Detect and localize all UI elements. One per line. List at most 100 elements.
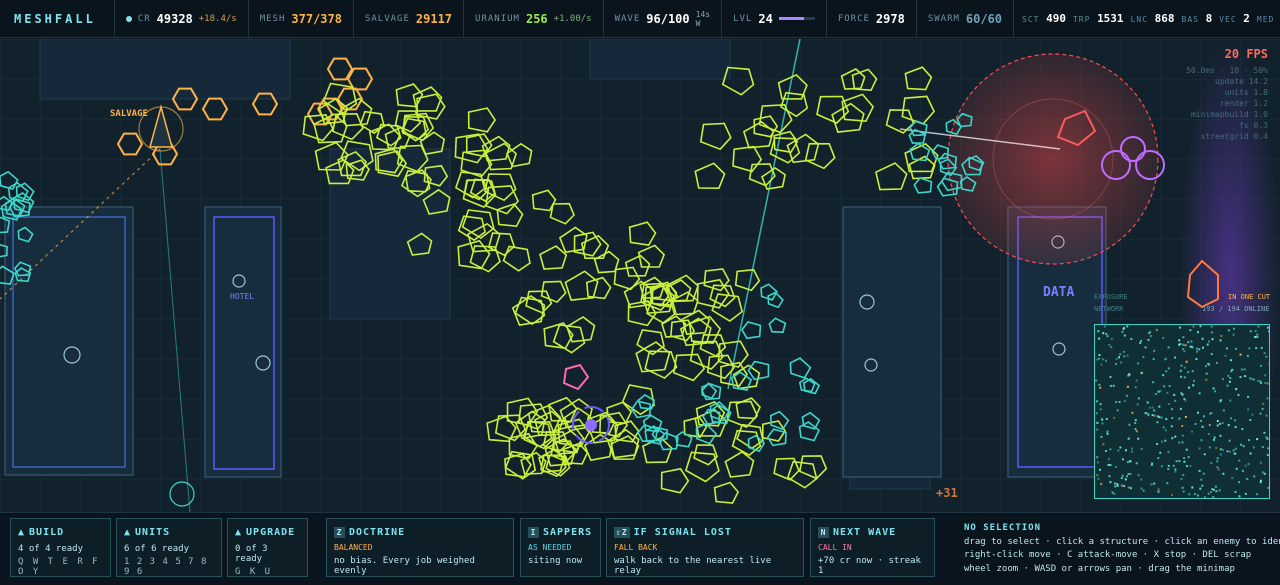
minimap-blip: [1170, 408, 1173, 411]
minimap-blip: [1265, 355, 1268, 358]
minimap-blip: [1128, 373, 1131, 376]
next-wave-card[interactable]: N NEXT WAVE CALL IN +70 cr now · streak 1: [810, 518, 935, 577]
minimap-blip: [1114, 485, 1117, 488]
minimap-blip: [1219, 453, 1222, 456]
minimap-blip: [1215, 490, 1218, 493]
minimap-blip: [1137, 362, 1140, 365]
minimap-blip: [1219, 448, 1222, 451]
minimap-canvas[interactable]: [1095, 325, 1270, 499]
minimap-blip: [1205, 365, 1207, 368]
minimap-caption: EXPOSURE: [1094, 293, 1128, 301]
minimap-blip: [1191, 430, 1194, 433]
minimap-blip: [1239, 353, 1242, 356]
minimap-blip: [1207, 497, 1210, 498]
minimap-blip: [1174, 470, 1177, 473]
minimap-blip: [1125, 449, 1127, 452]
minimap-blip: [1102, 332, 1105, 335]
minimap-blip: [1182, 348, 1185, 351]
units-card[interactable]: ▲ UNITS 6 of 6 ready 1 2 3 4 5 7 8 9 6: [116, 518, 222, 577]
sappers-card[interactable]: I SAPPERS AS NEEDED siting now: [520, 518, 601, 577]
minimap-blip: [1216, 457, 1219, 460]
minimap-blip: [1105, 359, 1107, 362]
minimap-blip: [1157, 457, 1160, 460]
minimap-blip: [1184, 415, 1187, 418]
hud-wave: WAVE 96/100 14s W: [604, 0, 723, 37]
minimap-blip: [1230, 417, 1232, 420]
minimap-blip: [1152, 381, 1155, 384]
building-left[interactable]: [4, 206, 134, 476]
minimap-blip: [1246, 477, 1249, 480]
upgrade-hotkeys: G K U: [235, 567, 273, 577]
minimap-blip: [1212, 496, 1215, 498]
minimap-blip: [1113, 492, 1116, 495]
signal-lost-card[interactable]: ⇧Z IF SIGNAL LOST FALL BACK walk back to …: [606, 518, 804, 577]
minimap-blip: [1213, 436, 1216, 439]
minimap-blip: [1241, 428, 1244, 431]
minimap-blip: [1215, 446, 1218, 449]
minimap-blip: [1114, 482, 1116, 485]
minimap-blip: [1241, 469, 1244, 472]
game-world-view[interactable]: 20 FPS 50.0ms · 10 · 50% update 14.2 uni…: [0, 39, 1280, 512]
building-center-right[interactable]: [842, 206, 942, 478]
minimap-blip: [1137, 437, 1140, 440]
minimap-blip: [1122, 458, 1124, 461]
minimap-blip: [1267, 447, 1269, 450]
minimap-blip: [1254, 336, 1257, 338]
minimap-blip: [1257, 325, 1260, 328]
minimap-blip: [1162, 374, 1165, 377]
minimap-blip: [1244, 375, 1247, 378]
building-hotel[interactable]: [204, 206, 282, 478]
minimap-blip: [1244, 492, 1247, 495]
minimap-blip: [1197, 494, 1199, 497]
minimap-blip: [1199, 325, 1202, 328]
minimap-blip: [1244, 464, 1247, 467]
minimap-blip: [1155, 328, 1158, 331]
build-card[interactable]: ▲ BUILD 4 of 4 ready Q W T E R F O Y: [10, 518, 111, 577]
minimap-blip: [1125, 394, 1128, 397]
minimap-blip: [1096, 456, 1099, 459]
role-bas-count: 8: [1205, 12, 1213, 25]
minimap-blip: [1115, 357, 1118, 360]
minimap-blip: [1249, 330, 1252, 333]
minimap-blip: [1167, 346, 1170, 349]
minimap-blip: [1250, 377, 1253, 380]
minimap-blip: [1127, 486, 1130, 489]
upgrade-card[interactable]: ▲ UPGRADE 0 of 3 ready G K U: [227, 518, 308, 577]
minimap-blip: [1097, 330, 1100, 333]
minimap[interactable]: [1094, 324, 1270, 499]
minimap-blip: [1207, 433, 1210, 435]
minimap-blip: [1099, 408, 1102, 411]
minimap-blip: [1216, 460, 1219, 463]
minimap-blip: [1123, 485, 1126, 488]
minimap-blip: [1137, 397, 1140, 400]
minimap-blip: [1101, 418, 1104, 421]
credits-icon: [125, 15, 132, 22]
minimap-blip: [1207, 492, 1210, 495]
world-canvas[interactable]: [0, 39, 1280, 512]
minimap-blip: [1208, 424, 1211, 426]
minimap-blip: [1144, 412, 1147, 415]
minimap-blip: [1256, 333, 1259, 336]
next-wave-mode: CALL IN: [818, 543, 852, 552]
minimap-blip: [1095, 379, 1098, 382]
minimap-blip: [1247, 395, 1250, 398]
expand-icon: ▲: [124, 527, 132, 538]
minimap-blip: [1211, 488, 1214, 491]
minimap-blip: [1151, 414, 1154, 417]
minimap-blip: [1266, 326, 1269, 329]
minimap-blip: [1162, 336, 1165, 339]
minimap-blip: [1118, 401, 1121, 403]
minimap-blip: [1237, 394, 1240, 396]
minimap-blip: [1103, 325, 1106, 328]
minimap-blip: [1126, 385, 1129, 388]
minimap-blip: [1195, 347, 1198, 350]
minimap-blip: [1193, 379, 1195, 382]
minimap-blip: [1240, 443, 1243, 446]
minimap-blip: [1207, 362, 1210, 365]
doctrine-card[interactable]: Z DOCTRINE BALANCED no bias. Every job we…: [326, 518, 514, 577]
minimap-blip: [1154, 393, 1157, 396]
minimap-blip: [1188, 386, 1190, 389]
wave-timer: 14s: [695, 9, 711, 19]
minimap-blip: [1140, 448, 1143, 450]
minimap-blip: [1147, 338, 1150, 341]
